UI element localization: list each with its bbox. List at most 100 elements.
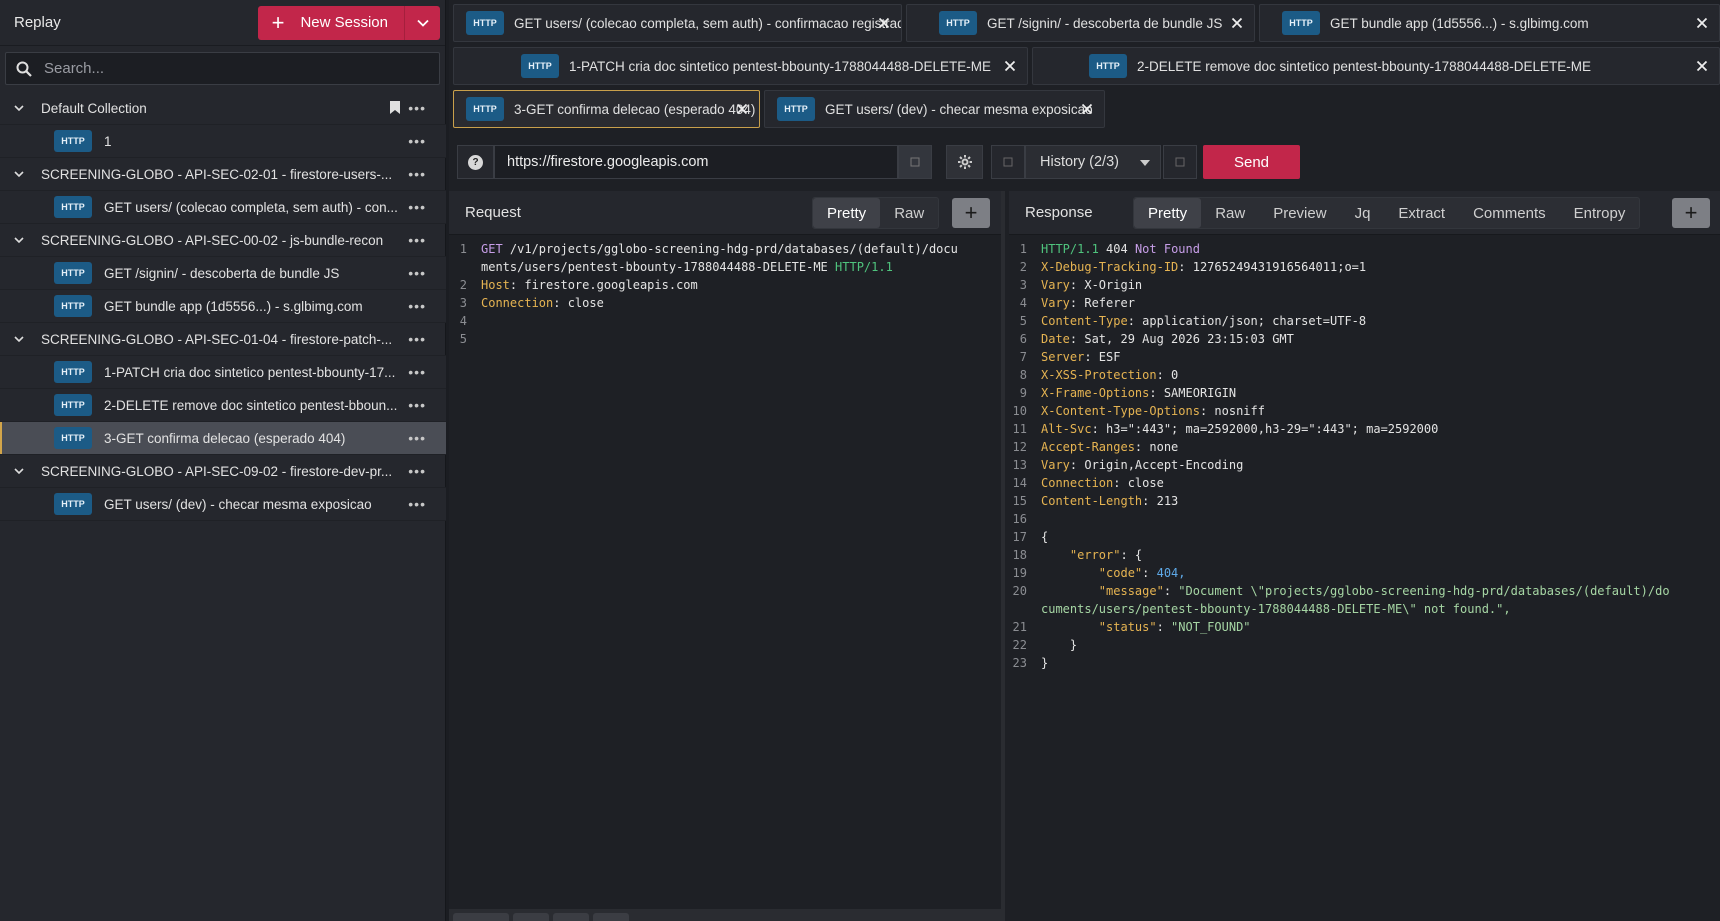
close-icon[interactable] — [1693, 57, 1711, 75]
send-button[interactable]: Send — [1203, 145, 1300, 179]
toolbar-button[interactable] — [453, 913, 509, 921]
replay-app: Replay + New Session Default Collection •… — [0, 0, 1720, 921]
close-icon[interactable] — [1693, 14, 1711, 32]
history-dropdown[interactable]: History (2/3) — [1025, 145, 1161, 179]
new-session-button[interactable]: + New Session — [257, 5, 440, 40]
new-session-dropdown[interactable] — [404, 5, 440, 40]
request-tab[interactable]: HTTP 2-DELETE remove doc sintetico pentes… — [1032, 47, 1720, 85]
url-input[interactable]: https://firestore.googleapis.com — [494, 145, 898, 179]
header-key: Server — [1041, 350, 1085, 364]
http-badge: HTTP — [54, 295, 92, 317]
close-icon[interactable] — [733, 100, 751, 118]
request-tab[interactable]: HTTP 1-PATCH cria doc sintetico pentest-b… — [453, 47, 1028, 85]
collection-group[interactable]: SCREENING-GLOBO - API-SEC-00-02 - js-bun… — [0, 224, 446, 257]
chevron-down-icon[interactable] — [11, 232, 27, 248]
response-view-extract[interactable]: Extract — [1384, 198, 1459, 228]
more-options-icon[interactable]: ••• — [408, 224, 426, 256]
collection-item[interactable]: HTTP GET /signin/ - descoberta de bundle … — [0, 257, 446, 290]
json-string: "NOT_FOUND" — [1171, 620, 1251, 634]
header-key: Alt-Svc — [1041, 422, 1092, 436]
bookmark-icon[interactable] — [390, 101, 400, 117]
code-line: 6 Date: Sat, 29 Aug 2026 23:15:03 GMT — [1009, 330, 1720, 348]
close-icon[interactable] — [1001, 57, 1019, 75]
collection-item[interactable]: HTTP GET users/ (colecao completa, sem au… — [0, 191, 446, 224]
new-session-main[interactable]: + New Session — [258, 6, 404, 40]
more-options-icon[interactable]: ••• — [408, 257, 426, 289]
request-tab[interactable]: HTTP 3-GET confirma delecao (esperado 404… — [453, 90, 760, 128]
more-options-icon[interactable]: ••• — [408, 488, 426, 520]
collection-item[interactable]: HTTP 3-GET confirma delecao (esperado 404… — [0, 422, 446, 455]
line-number: 15 — [1012, 494, 1027, 508]
more-options-icon[interactable]: ••• — [408, 323, 426, 355]
collection-item[interactable]: HTTP 1 ••• — [0, 125, 446, 158]
tab-label: 3-GET confirma delecao (esperado 404) — [514, 101, 756, 117]
chevron-down-icon[interactable] — [11, 463, 27, 479]
collection-item-label: 2-DELETE remove doc sintetico pentest-bb… — [104, 397, 398, 413]
request-tab[interactable]: HTTP GET bundle app (1d5556...) - s.glbim… — [1259, 4, 1720, 42]
more-options-icon[interactable]: ••• — [408, 191, 426, 223]
collection-group[interactable]: SCREENING-GLOBO - API-SEC-01-04 - firest… — [0, 323, 446, 356]
request-tab[interactable]: HTTP GET users/ (colecao completa, sem au… — [453, 4, 902, 42]
collection-group-label: SCREENING-GLOBO - API-SEC-02-01 - firest… — [41, 166, 393, 182]
plus-icon: + — [1684, 200, 1698, 225]
more-options-icon[interactable]: ••• — [408, 92, 426, 124]
request-tab[interactable]: HTTP GET users/ (dev) - checar mesma expo… — [764, 90, 1105, 128]
header-value: : none — [1134, 440, 1179, 454]
more-options-icon[interactable]: ••• — [408, 158, 426, 190]
collection-item[interactable]: HTTP 2-DELETE remove doc sintetico pentes… — [0, 389, 446, 422]
collection-item-label: 1 — [104, 133, 112, 149]
code-line: 4 — [449, 312, 1001, 330]
help-button[interactable]: ? — [457, 145, 494, 179]
request-view-raw[interactable]: Raw — [880, 198, 938, 228]
line-number: 23 — [1012, 656, 1027, 670]
more-options-icon[interactable]: ••• — [408, 422, 426, 454]
request-editor[interactable]: 1 GET /v1/projects/gglobo-screening-hdg-… — [449, 240, 1001, 348]
more-options-icon[interactable]: ••• — [408, 125, 426, 157]
more-options-icon[interactable]: ••• — [408, 356, 426, 388]
collection-group[interactable]: SCREENING-GLOBO - API-SEC-09-02 - firest… — [0, 455, 446, 488]
settings-button[interactable] — [946, 145, 983, 179]
chevron-down-icon[interactable] — [11, 166, 27, 182]
response-view-pretty[interactable]: Pretty — [1134, 198, 1202, 228]
url-options-button[interactable] — [898, 145, 932, 179]
toolbar-button[interactable] — [553, 913, 589, 921]
request-add-button[interactable]: + — [952, 198, 990, 228]
header-value: : close — [553, 296, 604, 310]
new-session-label: New Session — [300, 14, 388, 31]
collection-group-label: Default Collection — [41, 100, 147, 116]
chevron-down-icon[interactable] — [11, 100, 27, 116]
http-badge: HTTP — [54, 130, 92, 152]
response-view-comments[interactable]: Comments — [1459, 198, 1560, 228]
tab-label: GET /signin/ - descoberta de bundle JS — [987, 15, 1223, 31]
response-viewer[interactable]: 1 HTTP/1.1 404 Not Found 2 X-Debug-Tracki… — [1009, 240, 1720, 672]
toolbar-button[interactable] — [513, 913, 549, 921]
collection-item[interactable]: HTTP GET bundle app (1d5556...) - s.glbim… — [0, 290, 446, 323]
request-view-pretty[interactable]: Pretty — [813, 198, 881, 228]
response-add-button[interactable]: + — [1672, 198, 1710, 228]
close-icon[interactable] — [1228, 14, 1246, 32]
main-area: HTTP GET users/ (colecao completa, sem au… — [449, 0, 1720, 921]
request-tab[interactable]: HTTP GET /signin/ - descoberta de bundle … — [906, 4, 1255, 42]
search-input[interactable] — [44, 60, 439, 77]
collection-item[interactable]: HTTP GET users/ (dev) - checar mesma expo… — [0, 488, 446, 521]
response-view-raw[interactable]: Raw — [1201, 198, 1259, 228]
collection-group[interactable]: Default Collection ••• — [0, 92, 446, 125]
history-back-button[interactable] — [991, 145, 1025, 179]
collection-item[interactable]: HTTP 1-PATCH cria doc sintetico pentest-b… — [0, 356, 446, 389]
close-icon[interactable] — [1078, 100, 1096, 118]
more-options-icon[interactable]: ••• — [408, 389, 426, 421]
header-key: Host — [481, 278, 510, 292]
code-line: 19 "code": 404, — [1009, 564, 1720, 582]
toolbar-button[interactable] — [593, 913, 629, 921]
history-forward-button[interactable] — [1163, 145, 1197, 179]
collection-group[interactable]: SCREENING-GLOBO - API-SEC-02-01 - firest… — [0, 158, 446, 191]
collection-item-label: 3-GET confirma delecao (esperado 404) — [104, 430, 346, 446]
search-box[interactable] — [5, 52, 440, 85]
response-view-jq[interactable]: Jq — [1341, 198, 1385, 228]
more-options-icon[interactable]: ••• — [408, 290, 426, 322]
more-options-icon[interactable]: ••• — [408, 455, 426, 487]
close-icon[interactable] — [875, 14, 893, 32]
response-view-preview[interactable]: Preview — [1259, 198, 1340, 228]
response-view-entropy[interactable]: Entropy — [1560, 198, 1640, 228]
chevron-down-icon[interactable] — [11, 331, 27, 347]
